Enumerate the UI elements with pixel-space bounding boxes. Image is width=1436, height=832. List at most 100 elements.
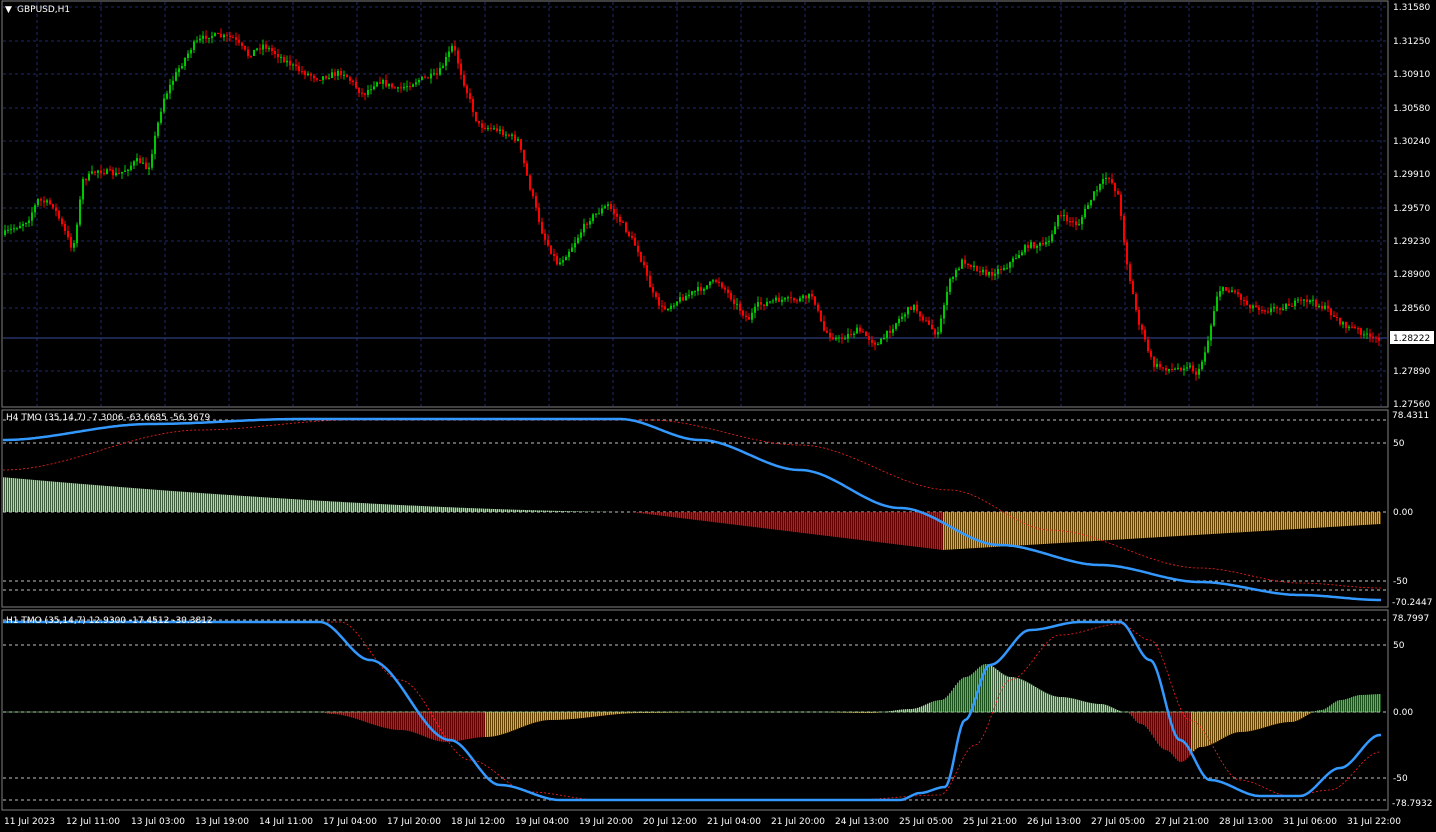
histogram-bar [451, 507, 453, 512]
candle-body [925, 320, 927, 322]
histogram-bar [1177, 512, 1179, 537]
histogram-bar [59, 482, 61, 512]
candle-body [1087, 205, 1089, 209]
candle-body [682, 297, 684, 301]
histogram-bar [187, 492, 189, 512]
histogram-bar [347, 502, 349, 512]
histogram-bar [41, 480, 43, 512]
histogram-bar [1051, 512, 1053, 544]
histogram-bar [1041, 690, 1043, 712]
histogram-bar [567, 511, 569, 512]
chart-window[interactable]: 1.31580 1.31250 1.30910 1.30580 1.30240 … [0, 0, 1436, 832]
histogram-bar [37, 480, 39, 512]
candle-body [1111, 179, 1113, 184]
histogram-bar [379, 504, 381, 512]
histogram-bar [1023, 512, 1025, 546]
histogram-bar [321, 500, 323, 512]
h4-axis[interactable]: 78.4311 50 0.00 -50 -70.2447 [1392, 411, 1432, 608]
histogram-bar [539, 712, 541, 722]
candle-body [457, 50, 459, 64]
histogram-bar [385, 712, 387, 729]
candle-body [568, 251, 570, 257]
histogram-bar [31, 479, 33, 512]
histogram-bar [75, 483, 77, 512]
candle-body [1042, 243, 1044, 245]
histogram-bar [1185, 712, 1187, 760]
histogram-bar [1275, 512, 1277, 531]
candle-body [280, 56, 282, 58]
histogram-bar [639, 512, 641, 514]
histogram-bar [667, 512, 669, 517]
price-axis[interactable]: 1.31580 1.31250 1.30910 1.30580 1.30240 … [1390, 3, 1434, 410]
candle-body [136, 158, 138, 162]
histogram-bar [691, 512, 693, 520]
histogram-bar [1265, 512, 1267, 531]
histogram-bar [891, 512, 893, 544]
histogram-bar [1281, 512, 1283, 530]
candle-body [157, 122, 159, 136]
candle-body [1153, 356, 1155, 367]
histogram-bar [351, 712, 353, 718]
histogram-bar [1069, 512, 1071, 543]
histogram-bar [1289, 712, 1291, 722]
candle-body [223, 34, 225, 38]
histogram-bar [1013, 512, 1015, 546]
histogram-bar [1137, 512, 1139, 539]
candle-body [190, 49, 192, 54]
histogram-bar [1197, 512, 1199, 535]
candle-body [118, 172, 120, 174]
histogram-bar [589, 712, 591, 718]
candle-body [1321, 306, 1323, 309]
histogram-bar [1015, 677, 1017, 712]
candle-body [547, 239, 549, 246]
h1-panel-border[interactable] [1, 609, 1389, 811]
candle-body [604, 206, 606, 209]
histogram-bar [1113, 512, 1115, 540]
dropdown-arrow-icon[interactable]: ▼ [5, 5, 12, 15]
histogram-bar [1335, 512, 1337, 527]
histogram-bar [521, 509, 523, 512]
histogram-bar [529, 712, 531, 725]
histogram-bar [1321, 512, 1323, 528]
candle-body [1186, 367, 1188, 369]
histogram-bar [575, 712, 577, 719]
candle-body [496, 128, 498, 131]
time-axis[interactable]: 11 Jul 2023 12 Jul 11:00 13 Jul 03:00 13… [4, 817, 1401, 827]
histogram-bar [557, 712, 559, 720]
candle-body [439, 68, 441, 75]
current-price-label: 1.28222 [1393, 334, 1430, 344]
candle-body [22, 224, 24, 226]
histogram-bar [121, 487, 123, 512]
histogram-bar [561, 511, 563, 512]
histogram-bar [25, 479, 27, 512]
histogram-bar [755, 512, 757, 528]
candle-body [346, 74, 348, 78]
histogram-bar [381, 504, 383, 512]
histogram-bar [1367, 512, 1369, 525]
candle-body [1039, 243, 1041, 246]
histogram-bar [153, 489, 155, 512]
candle-body [484, 127, 486, 129]
histogram-bar [845, 512, 847, 539]
candle-body [472, 99, 474, 112]
histogram-bar [1207, 712, 1209, 746]
candle-body [1375, 337, 1377, 339]
histogram-bar [1225, 712, 1227, 737]
histogram-bar [997, 670, 999, 712]
candle-body [1177, 367, 1179, 369]
histogram-bar [373, 503, 375, 512]
price-label: 1.30240 [1393, 137, 1430, 147]
candle-body [160, 111, 162, 123]
candle-body [820, 310, 822, 322]
histogram-bar [943, 512, 945, 550]
histogram-bar [231, 495, 233, 512]
histogram-bar [205, 493, 207, 512]
histogram-bar [517, 509, 519, 512]
h1-axis[interactable]: 78.7997 50 0.00 -50 -78.7932 [1392, 614, 1432, 809]
histogram-bar [705, 512, 707, 522]
candle-body [19, 225, 21, 229]
histogram-bar [1231, 712, 1233, 734]
histogram-bar [597, 712, 599, 717]
histogram-bar [577, 712, 579, 719]
candle-body [1315, 299, 1317, 307]
